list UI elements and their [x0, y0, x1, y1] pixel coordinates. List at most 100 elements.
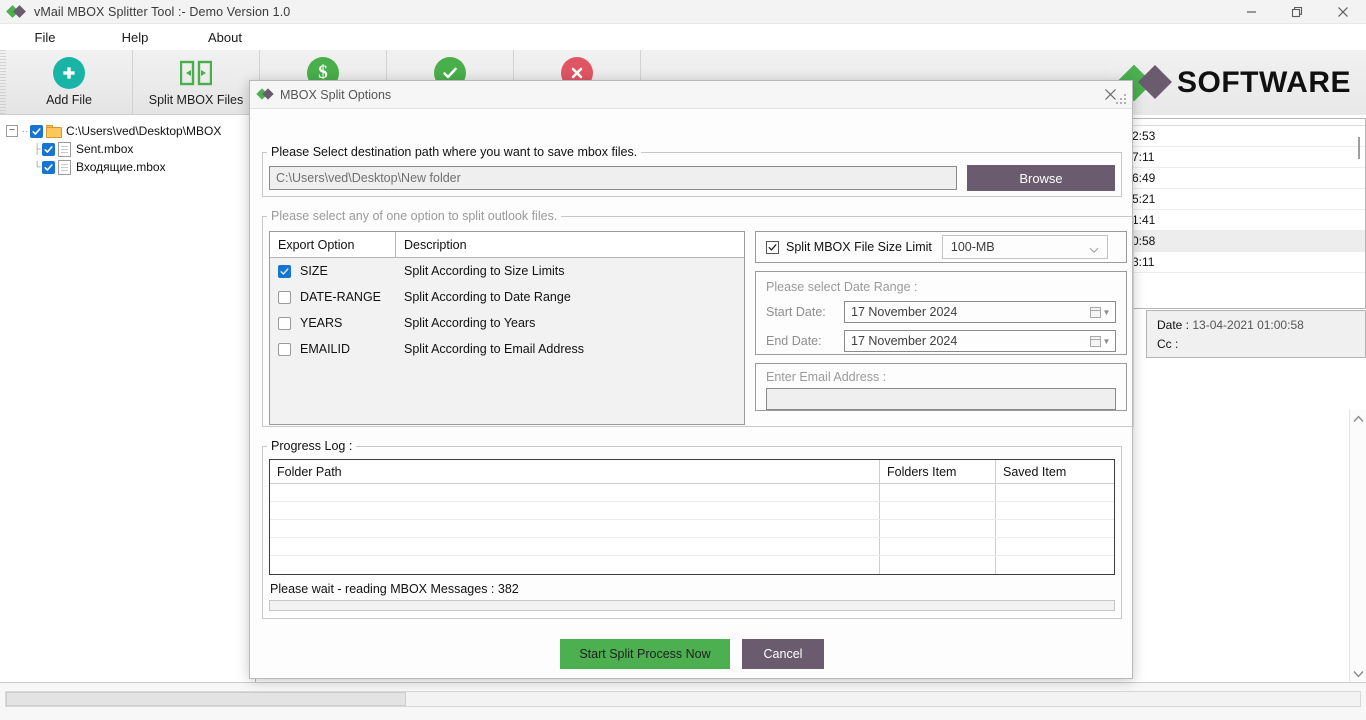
app-logo-icon — [6, 4, 28, 19]
cancel-button[interactable]: Cancel — [742, 639, 824, 669]
start-split-button[interactable]: Start Split Process Now — [560, 639, 730, 669]
file-icon — [58, 159, 71, 175]
tree-item-inbox[interactable]: └ Входящие.mbox — [6, 158, 255, 176]
toolbar-split-mbox-button[interactable]: Split MBOX Files — [133, 50, 260, 114]
toolbar-add-file-button[interactable]: Add File — [6, 50, 133, 114]
mail-detail-date: Date : 13-04-2021 01:00:58 — [1157, 316, 1365, 335]
mail-list-item[interactable]: 1:41 — [1128, 210, 1365, 231]
option-checkbox-size[interactable] — [278, 264, 291, 278]
status-bar — [0, 682, 1366, 720]
option-description-years: Split According to Years — [404, 316, 536, 330]
end-date-label: End Date: — [766, 334, 822, 348]
export-option-row-date-range[interactable]: DATE-RANGE Split According to Date Range — [270, 284, 744, 310]
scroll-up-icon[interactable] — [1350, 410, 1366, 427]
mail-list-item[interactable]: 2:53 — [1128, 126, 1365, 147]
export-option-name-cell[interactable]: YEARS — [270, 316, 396, 330]
close-icon[interactable] — [1320, 0, 1366, 24]
collapse-icon[interactable]: − — [6, 125, 18, 137]
menu-item-file[interactable]: File — [0, 30, 90, 45]
export-option-row-years[interactable]: YEARS Split According to Years — [270, 310, 744, 336]
horizontal-scrollbar[interactable] — [5, 691, 1361, 707]
tree-item-root[interactable]: − ·· C:\Users\ved\Desktop\MBOX — [6, 122, 255, 140]
chevron-down-icon — [1089, 243, 1099, 257]
mail-detail-cc: Cc : — [1157, 335, 1365, 354]
destination-group: Please Select destination path where you… — [262, 145, 1122, 197]
date-range-panel: Please select Date Range : Start Date: 1… — [755, 271, 1127, 355]
size-limit-checkbox[interactable] — [766, 240, 779, 254]
toolbar-add-file-label: Add File — [46, 93, 92, 107]
restore-icon[interactable] — [1274, 0, 1320, 24]
tree-checkbox[interactable] — [42, 142, 55, 156]
option-checkbox-date-range[interactable] — [278, 290, 291, 304]
email-address-panel: Enter Email Address : — [755, 363, 1127, 411]
progress-log-header: Folder Path Folders Item Saved Item — [270, 460, 1114, 484]
mail-list[interactable]: 2:53 7:11 6:49 5:21 1:41 0:58 3:11 — [1127, 118, 1366, 309]
mbox-split-options-dialog: MBOX Split Options Please Select destina… — [249, 80, 1134, 679]
mail-list-item[interactable]: 7:11 — [1128, 147, 1365, 168]
horizontal-scrollbar-thumb[interactable] — [6, 692, 406, 706]
progress-log-legend: Progress Log : — [271, 439, 353, 453]
option-label-date-range: DATE-RANGE — [300, 290, 382, 304]
split-icon — [179, 56, 213, 90]
window-controls — [1228, 0, 1366, 24]
mail-list-scrollbar[interactable] — [1355, 123, 1363, 303]
mail-list-item[interactable]: 5:21 — [1128, 189, 1365, 210]
dialog-logo-icon — [256, 87, 274, 101]
export-option-table: Export Option Description SIZE Split Acc… — [269, 231, 745, 425]
progress-log-empty-row — [270, 556, 1114, 574]
browse-button[interactable]: Browse — [967, 165, 1115, 191]
calendar-icon[interactable]: ▼ — [1087, 333, 1113, 350]
title-bar: vMail MBOX Splitter Tool :- Demo Version… — [0, 0, 1366, 24]
start-date-row: Start Date: 17 November 2024 ▼ — [766, 300, 1116, 324]
size-limit-label: Split MBOX File Size Limit — [786, 240, 932, 254]
tree-item-sent[interactable]: ├ Sent.mbox — [6, 140, 255, 158]
tree-connector: ·· — [21, 125, 29, 137]
scroll-down-icon[interactable] — [1350, 665, 1366, 682]
dialog-resize-grip[interactable] — [1116, 94, 1128, 106]
start-date-input[interactable]: 17 November 2024 ▼ — [844, 301, 1116, 323]
tree-checkbox[interactable] — [42, 160, 55, 174]
export-option-name-cell[interactable]: EMAILID — [270, 342, 396, 356]
export-option-name-cell[interactable]: DATE-RANGE — [270, 290, 396, 304]
destination-row: C:\Users\ved\Desktop\New folder Browse — [263, 159, 1121, 191]
export-option-row-size[interactable]: SIZE Split According to Size Limits — [270, 258, 744, 284]
mail-list-item[interactable]: 6:49 — [1128, 168, 1365, 189]
mail-list-item[interactable]: 3:11 — [1128, 252, 1365, 273]
calendar-icon[interactable]: ▼ — [1087, 304, 1113, 321]
option-description-size: Split According to Size Limits — [404, 264, 565, 278]
tree-connector: ├ — [33, 143, 41, 155]
brand-logo-text: SOFTWARE — [1177, 65, 1351, 99]
column-header-saved-item: Saved Item — [1003, 465, 1067, 479]
mail-list-header — [1128, 119, 1365, 126]
option-checkbox-emailid[interactable] — [278, 342, 291, 356]
minimize-icon[interactable] — [1228, 0, 1274, 24]
split-options-group: Please select any of one option to split… — [262, 209, 1134, 427]
export-option-name-cell[interactable]: SIZE — [270, 264, 396, 278]
tree-checkbox[interactable] — [30, 124, 43, 138]
split-options-inner: Export Option Description SIZE Split Acc… — [263, 223, 1133, 425]
progress-log-empty-row — [270, 538, 1114, 556]
file-tree-panel[interactable]: − ·· C:\Users\ved\Desktop\MBOX ├ Sent.mb… — [0, 116, 256, 682]
end-date-row: End Date: 17 November 2024 ▼ — [766, 329, 1116, 353]
mail-detail-date-value: 13-04-2021 01:00:58 — [1192, 318, 1304, 332]
start-date-label: Start Date: — [766, 305, 826, 319]
option-checkbox-years[interactable] — [278, 316, 291, 330]
dialog-actions: Start Split Process Now Cancel — [250, 639, 1134, 669]
dialog-title-bar: MBOX Split Options — [250, 81, 1132, 109]
menu-item-about[interactable]: About — [180, 30, 270, 45]
date-range-title: Please select Date Range : — [766, 280, 918, 294]
email-address-input[interactable] — [766, 388, 1116, 410]
end-date-input[interactable]: 17 November 2024 ▼ — [844, 330, 1116, 352]
size-limit-dropdown[interactable]: 100-MB — [941, 235, 1108, 259]
tree-item-label: C:\Users\ved\Desktop\MBOX — [66, 124, 222, 138]
mail-list-item-selected[interactable]: 0:58 — [1128, 231, 1365, 252]
progress-log-empty-row — [270, 502, 1114, 520]
column-header-folders-item: Folders Item — [880, 460, 996, 483]
content-vertical-scrollbar[interactable] — [1349, 410, 1366, 682]
mail-detail-date-label: Date : — [1157, 318, 1190, 332]
progress-log-group: Progress Log : Folder Path Folders Item … — [262, 439, 1122, 619]
menu-item-help[interactable]: Help — [90, 30, 180, 45]
export-option-row-emailid[interactable]: EMAILID Split According to Email Address — [270, 336, 744, 362]
destination-path-input[interactable]: C:\Users\ved\Desktop\New folder — [269, 166, 957, 190]
tree-item-label: Входящие.mbox — [76, 160, 166, 174]
